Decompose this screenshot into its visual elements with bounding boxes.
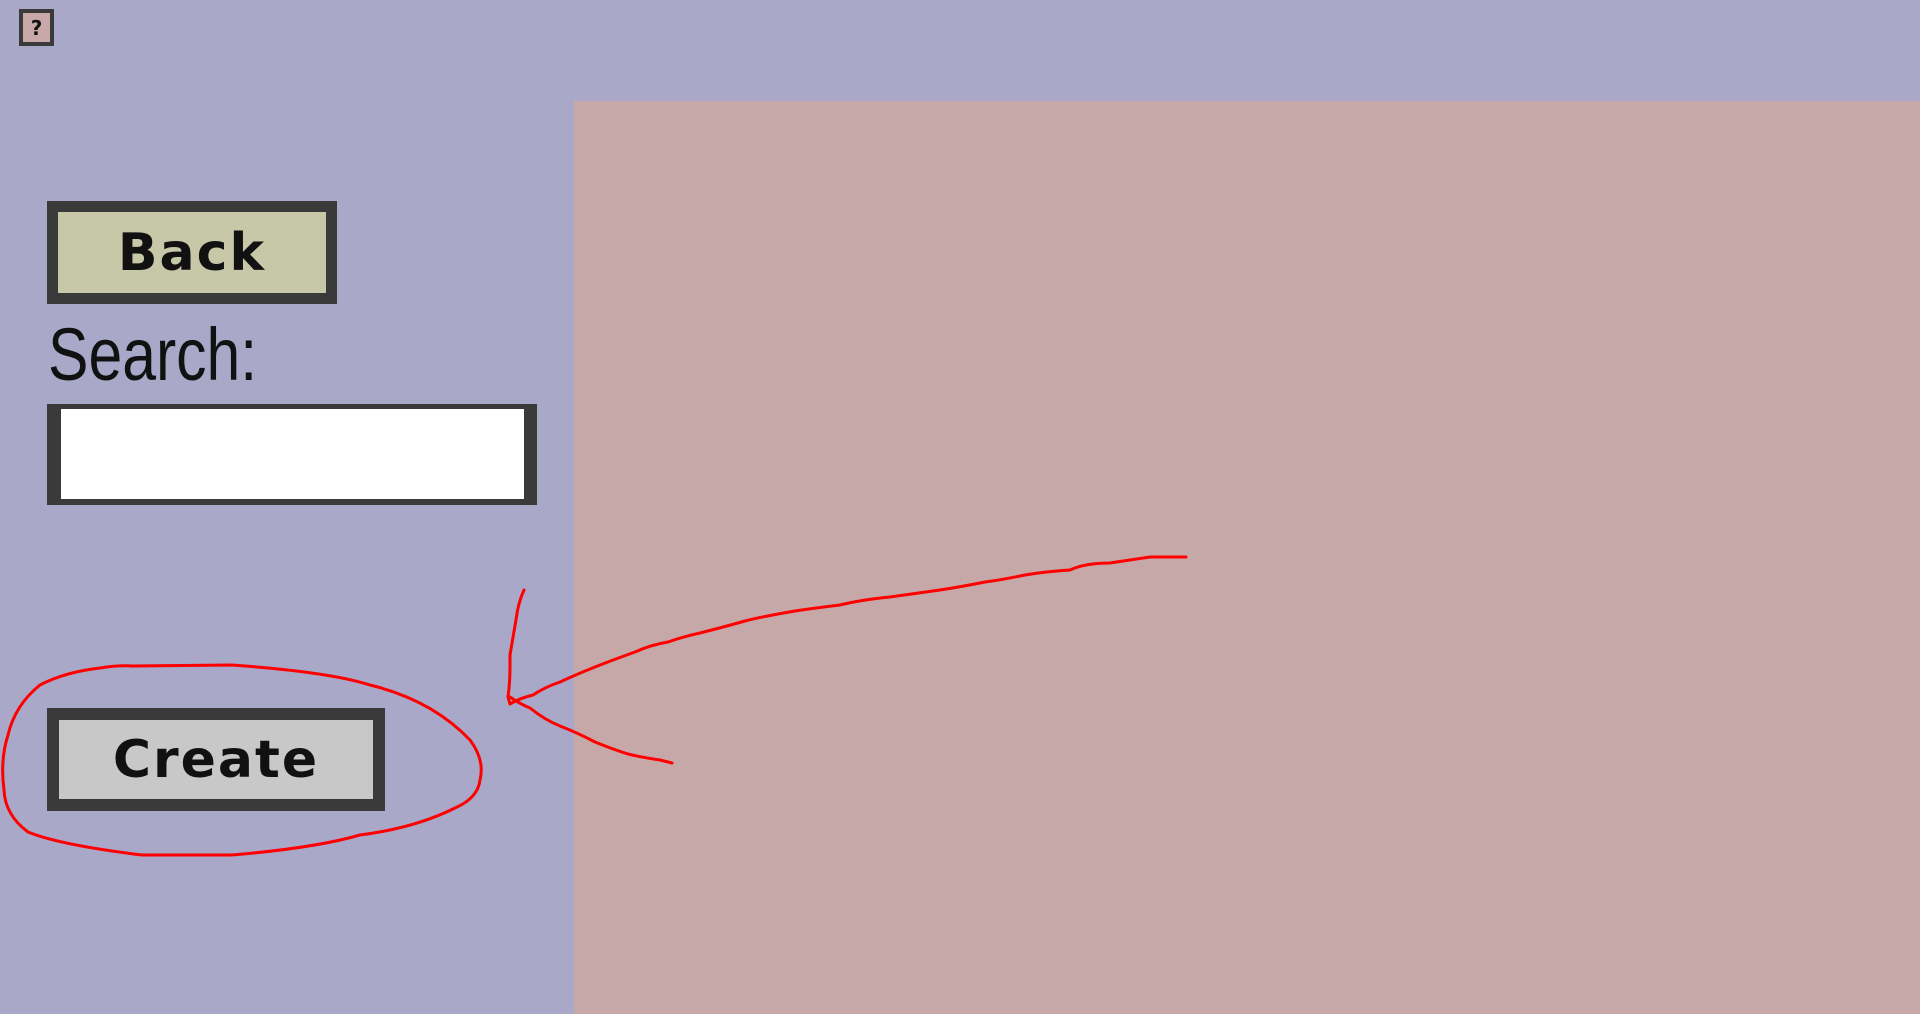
search-label: Search:: [48, 313, 258, 396]
search-input[interactable]: [47, 404, 537, 505]
content-panel: [574, 101, 1920, 1014]
create-button-label: Create: [112, 729, 320, 790]
create-button[interactable]: Create: [47, 708, 385, 811]
help-button[interactable]: ?: [19, 9, 54, 46]
back-button-label: Back: [117, 222, 267, 283]
help-icon: ?: [30, 15, 43, 40]
app-screen: ? Back Search: Create: [0, 0, 1920, 1014]
back-button[interactable]: Back: [47, 201, 337, 304]
